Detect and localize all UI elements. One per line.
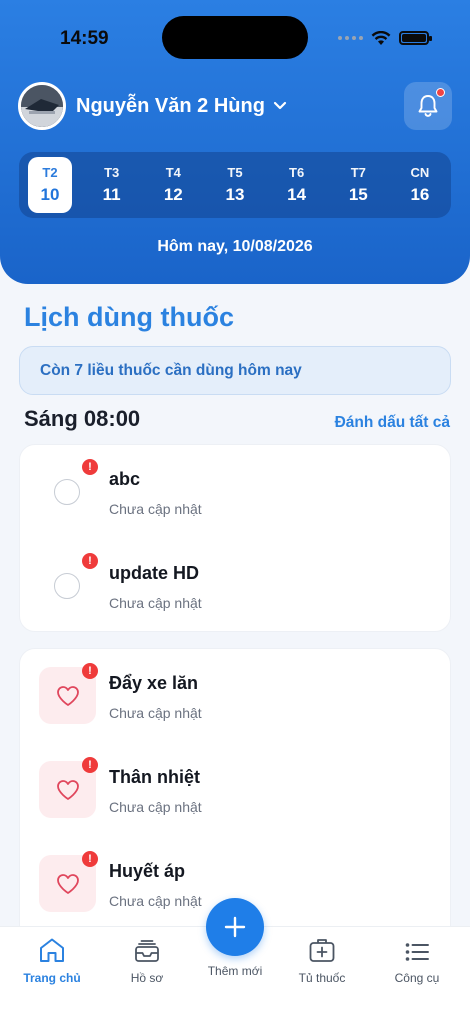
home-icon: [40, 938, 64, 962]
alert-icon: !: [82, 459, 98, 475]
day-number: 12: [163, 185, 183, 204]
day-number: 13: [225, 185, 245, 204]
alert-icon: !: [82, 663, 98, 679]
time-section-header: Sáng 08:00 Đánh dấu tất cả: [24, 404, 450, 436]
list-item-medicine[interactable]: ! update HD Chưa cập nhật: [20, 539, 452, 633]
nav-label: Công cụ: [394, 971, 440, 985]
item-name: Huyết áp: [109, 861, 186, 881]
day-of-week: T4: [165, 165, 181, 180]
wifi-icon: [371, 30, 391, 45]
notification-button[interactable]: [404, 82, 452, 130]
day-number: 16: [410, 185, 430, 204]
list-item-health-check[interactable]: ! Đẩy xe lăn Chưa cập nhật: [20, 649, 452, 743]
day-of-week: T2: [42, 165, 58, 180]
heart-icon: [56, 873, 79, 894]
day-tue[interactable]: T3 11: [90, 157, 134, 213]
item-status: Chưa cập nhật: [109, 799, 202, 815]
notification-badge: [436, 88, 445, 97]
day-of-week: T6: [289, 165, 305, 180]
checkbox-radio[interactable]: [54, 573, 80, 599]
list-item-medicine[interactable]: ! abc Chưa cập nhật: [20, 445, 452, 539]
day-of-week: CN: [410, 165, 430, 180]
day-thu[interactable]: T5 13: [213, 157, 257, 213]
day-mon[interactable]: T2 10: [28, 157, 72, 213]
day-of-week: T5: [227, 165, 243, 180]
list-item-health-check[interactable]: ! Thân nhiệt Chưa cập nhật: [20, 743, 452, 837]
today-label: Hôm nay, 10/08/2026: [157, 238, 313, 255]
plus-icon: [224, 916, 246, 938]
week-selector: T2 10 T3 11 T4 12 T5 13 T6 14 T7 15 CN 1…: [19, 152, 451, 218]
dynamic-island: [162, 16, 308, 59]
remaining-doses-text: Còn 7 liều thuốc cần dùng hôm nay: [40, 361, 302, 379]
day-fri[interactable]: T6 14: [275, 157, 319, 213]
add-new-button[interactable]: [206, 898, 264, 956]
nav-medicine-cabinet[interactable]: Tủ thuốc: [275, 933, 369, 993]
status-time: 14:59: [60, 28, 109, 49]
status-bar: 14:59: [0, 0, 470, 76]
nav-label: Hồ sơ: [130, 971, 164, 985]
day-wed[interactable]: T4 12: [151, 157, 195, 213]
user-name[interactable]: Nguyễn Văn 2 Hùng: [76, 95, 265, 118]
avatar[interactable]: [18, 82, 66, 130]
mark-all-button[interactable]: Đánh dấu tất cả: [335, 414, 450, 432]
item-status: Chưa cập nhật: [109, 705, 202, 721]
user-selector[interactable]: Nguyễn Văn 2 Hùng: [18, 82, 287, 130]
nav-label: Trang chủ: [23, 971, 81, 985]
alert-icon: !: [82, 851, 98, 867]
item-name: update HD: [109, 563, 199, 583]
alert-icon: !: [82, 553, 98, 569]
item-name: abc: [109, 469, 141, 489]
header: 14:59 Nguyễn Văn 2 Hùng T2 10 T3 11 T4 1…: [0, 0, 470, 284]
item-status: Chưa cập nhật: [109, 893, 202, 909]
battery-icon: [399, 31, 432, 45]
checkbox-radio[interactable]: [54, 479, 80, 505]
day-sat[interactable]: T7 15: [336, 157, 380, 213]
day-number: 10: [40, 185, 60, 204]
bell-icon: [418, 95, 438, 117]
day-of-week: T3: [104, 165, 120, 180]
signal-icon: [338, 36, 363, 40]
day-of-week: T7: [350, 165, 366, 180]
alert-icon: !: [82, 757, 98, 773]
day-number: 14: [287, 185, 307, 204]
item-status: Chưa cập nhật: [109, 501, 202, 517]
inbox-tray-icon: [135, 940, 159, 962]
day-sun[interactable]: CN 16: [398, 157, 442, 213]
list-icon: [405, 943, 429, 961]
item-status: Chưa cập nhật: [109, 595, 202, 611]
nav-records[interactable]: Hồ sơ: [100, 933, 194, 993]
medicine-card: ! abc Chưa cập nhật ! update HD Chưa cập…: [19, 444, 451, 632]
item-name: Thân nhiệt: [109, 767, 200, 787]
nav-label: Tủ thuốc: [298, 971, 346, 985]
nav-tools[interactable]: Công cụ: [370, 933, 464, 993]
chevron-down-icon[interactable]: [273, 101, 287, 111]
nav-home[interactable]: Trang chủ: [5, 933, 99, 993]
status-icons: [338, 30, 432, 46]
heart-icon: [56, 685, 79, 706]
page-title: Lịch dùng thuốc: [24, 302, 234, 332]
day-number: 15: [348, 185, 368, 204]
remaining-doses-banner: Còn 7 liều thuốc cần dùng hôm nay: [19, 346, 451, 395]
add-new-label: Thêm mới: [207, 964, 263, 978]
day-number: 11: [102, 185, 121, 204]
heart-icon: [56, 779, 79, 800]
section-time: Sáng 08:00: [24, 406, 141, 431]
medical-kit-icon: [309, 939, 335, 962]
item-name: Đẩy xe lăn: [109, 673, 199, 693]
